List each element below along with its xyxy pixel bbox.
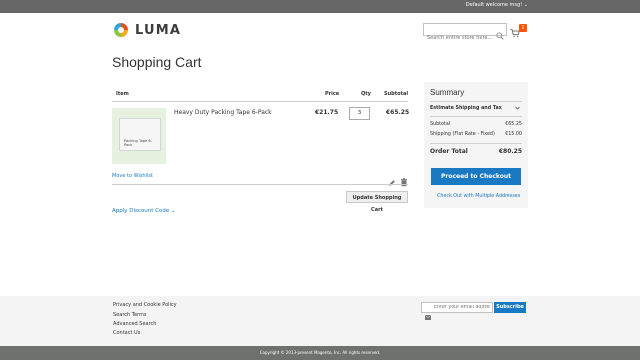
subscribe-button[interactable]: Subscribe <box>494 302 526 313</box>
product-image: Packing Tape 6-Pack <box>119 118 161 151</box>
page-title: Shopping Cart <box>112 54 202 70</box>
item-subtotal: €65.25 <box>386 109 410 116</box>
edit-icon[interactable] <box>388 172 396 186</box>
summary-divider <box>430 116 522 117</box>
move-to-wishlist-link[interactable]: Move to Wishlist <box>112 173 153 179</box>
trash-icon[interactable] <box>400 172 408 187</box>
search-icon[interactable] <box>496 25 504 40</box>
top-bar: Default welcome msg! ⌄ <box>0 0 640 13</box>
site-header: LUMA 1 <box>0 13 640 51</box>
footer-link-search-terms[interactable]: Search Terms <box>113 312 147 318</box>
product-thumbnail[interactable]: Packing Tape 6-Pack <box>112 108 166 164</box>
table-header-divider <box>112 101 408 102</box>
quantity-input[interactable] <box>349 107 370 120</box>
search-box <box>423 23 507 43</box>
summary-divider <box>430 101 522 102</box>
product-name-link[interactable]: Heavy Duty Packing Tape 6-Pack <box>174 109 272 116</box>
footer-link-advanced-search[interactable]: Advanced Search <box>113 321 156 327</box>
multiple-addresses-link[interactable]: Check Out with Multiple Addresses <box>437 194 520 199</box>
apply-discount-toggle[interactable]: Apply Discount Code ⌄ <box>112 208 176 214</box>
logo-text: LUMA <box>135 22 182 38</box>
item-actions-divider <box>112 184 408 185</box>
logo[interactable]: LUMA <box>113 22 181 38</box>
shipping-label: Shipping (Flat Rate - Fixed) <box>430 132 495 137</box>
summary-divider <box>430 143 522 144</box>
column-header-item: Item <box>116 91 129 97</box>
order-total-label: Order Total <box>430 148 468 155</box>
item-price: €21.75 <box>315 109 339 116</box>
column-header-subtotal: Subtotal <box>384 91 409 97</box>
minicart[interactable]: 1 <box>510 23 528 38</box>
newsletter-box <box>421 302 493 320</box>
chevron-down-icon[interactable] <box>515 106 520 112</box>
update-cart-button[interactable]: Update Shopping Cart <box>346 191 408 213</box>
search-input[interactable] <box>424 32 497 43</box>
column-header-qty: Qty <box>361 91 371 97</box>
estimate-shipping-toggle[interactable]: Estimate Shipping and Tax <box>430 106 502 111</box>
order-summary: Summary Estimate Shipping and Tax Subtot… <box>424 82 528 208</box>
summary-title: Summary <box>430 88 465 97</box>
welcome-message[interactable]: Default welcome msg! ⌄ <box>466 2 528 8</box>
shipping-value: €15.00 <box>505 132 522 137</box>
cart-count-badge: 1 <box>519 24 527 32</box>
luma-logo-icon <box>113 22 129 38</box>
footer-link-privacy[interactable]: Privacy and Cookie Policy <box>113 302 177 308</box>
product-image-label: Packing Tape 6-Pack <box>124 139 152 147</box>
newsletter-email-input[interactable] <box>434 303 490 312</box>
copyright-bar: Copyright © 2013-present Magento, Inc. A… <box>0 346 640 360</box>
column-header-price: Price <box>325 91 340 97</box>
subtotal-label: Subtotal <box>430 122 451 127</box>
footer-link-contact[interactable]: Contact Us <box>113 330 140 336</box>
footer: Privacy and Cookie Policy Search Terms A… <box>0 296 640 346</box>
mail-icon <box>424 305 432 320</box>
proceed-to-checkout-button[interactable]: Proceed to Checkout <box>431 168 521 185</box>
copyright-text: Copyright © 2013-present Magento, Inc. A… <box>259 350 381 355</box>
subtotal-value: €65.25 <box>505 122 522 127</box>
order-total-value: €80.25 <box>498 148 522 155</box>
